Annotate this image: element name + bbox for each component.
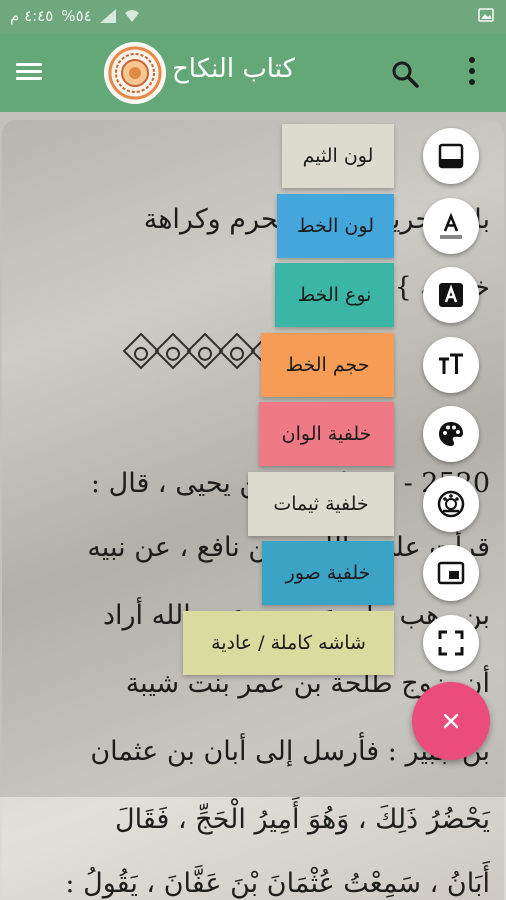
text-line: أَبَانُ ، سَمِعْتُ عُثْمَانَ بْنَ عَفَّا… bbox=[65, 868, 490, 899]
app-logo bbox=[104, 42, 166, 104]
theme-background-label[interactable]: خلفية ثيمات bbox=[248, 472, 394, 536]
theme-bar-icon[interactable] bbox=[423, 128, 479, 184]
palette-icon[interactable] bbox=[423, 406, 479, 462]
battery-percent: %٥٤ bbox=[61, 7, 92, 25]
font-size-label[interactable]: حجم الخط bbox=[261, 333, 394, 397]
picture-in-picture-icon[interactable] bbox=[423, 545, 479, 601]
close-icon bbox=[443, 713, 459, 729]
fullscreen-icon[interactable] bbox=[423, 615, 479, 671]
font-color-icon[interactable] bbox=[423, 198, 479, 254]
color-background-label[interactable]: خلفية الوان bbox=[259, 402, 394, 466]
status-bar: ٤:٤٥ م %٥٤ bbox=[0, 0, 506, 34]
status-right bbox=[478, 8, 494, 26]
fullscreen-toggle-label[interactable]: شاشه كاملة / عادية bbox=[183, 611, 394, 675]
status-left: ٤:٤٥ م %٥٤ bbox=[10, 7, 140, 25]
signal-icon bbox=[99, 9, 116, 23]
font-size-icon[interactable] bbox=[423, 337, 479, 393]
search-icon[interactable] bbox=[390, 59, 420, 89]
theme-gauge-icon[interactable] bbox=[423, 476, 479, 532]
wifi-icon bbox=[124, 10, 139, 22]
close-fab-button[interactable] bbox=[412, 682, 490, 760]
hamburger-menu-icon[interactable] bbox=[16, 59, 46, 87]
image-notification-icon bbox=[478, 8, 494, 22]
more-options-icon[interactable] bbox=[462, 54, 482, 92]
image-background-label[interactable]: خلفية صور bbox=[262, 541, 394, 605]
app-bar: كتاب النكاح bbox=[0, 34, 506, 112]
font-type-label[interactable]: نوع الخط bbox=[275, 263, 394, 327]
app-title: كتاب النكاح bbox=[172, 54, 295, 84]
font-color-label[interactable]: لون الخط bbox=[277, 194, 394, 258]
font-type-icon[interactable] bbox=[423, 267, 479, 323]
clock: ٤:٤٥ م bbox=[10, 7, 54, 25]
theme-color-label[interactable]: لون الثيم bbox=[282, 124, 394, 188]
text-line: يَحْضُرُ ذَلِكَ ، وَهُوَ أَمِيرُ الْحَجِ… bbox=[115, 804, 490, 835]
